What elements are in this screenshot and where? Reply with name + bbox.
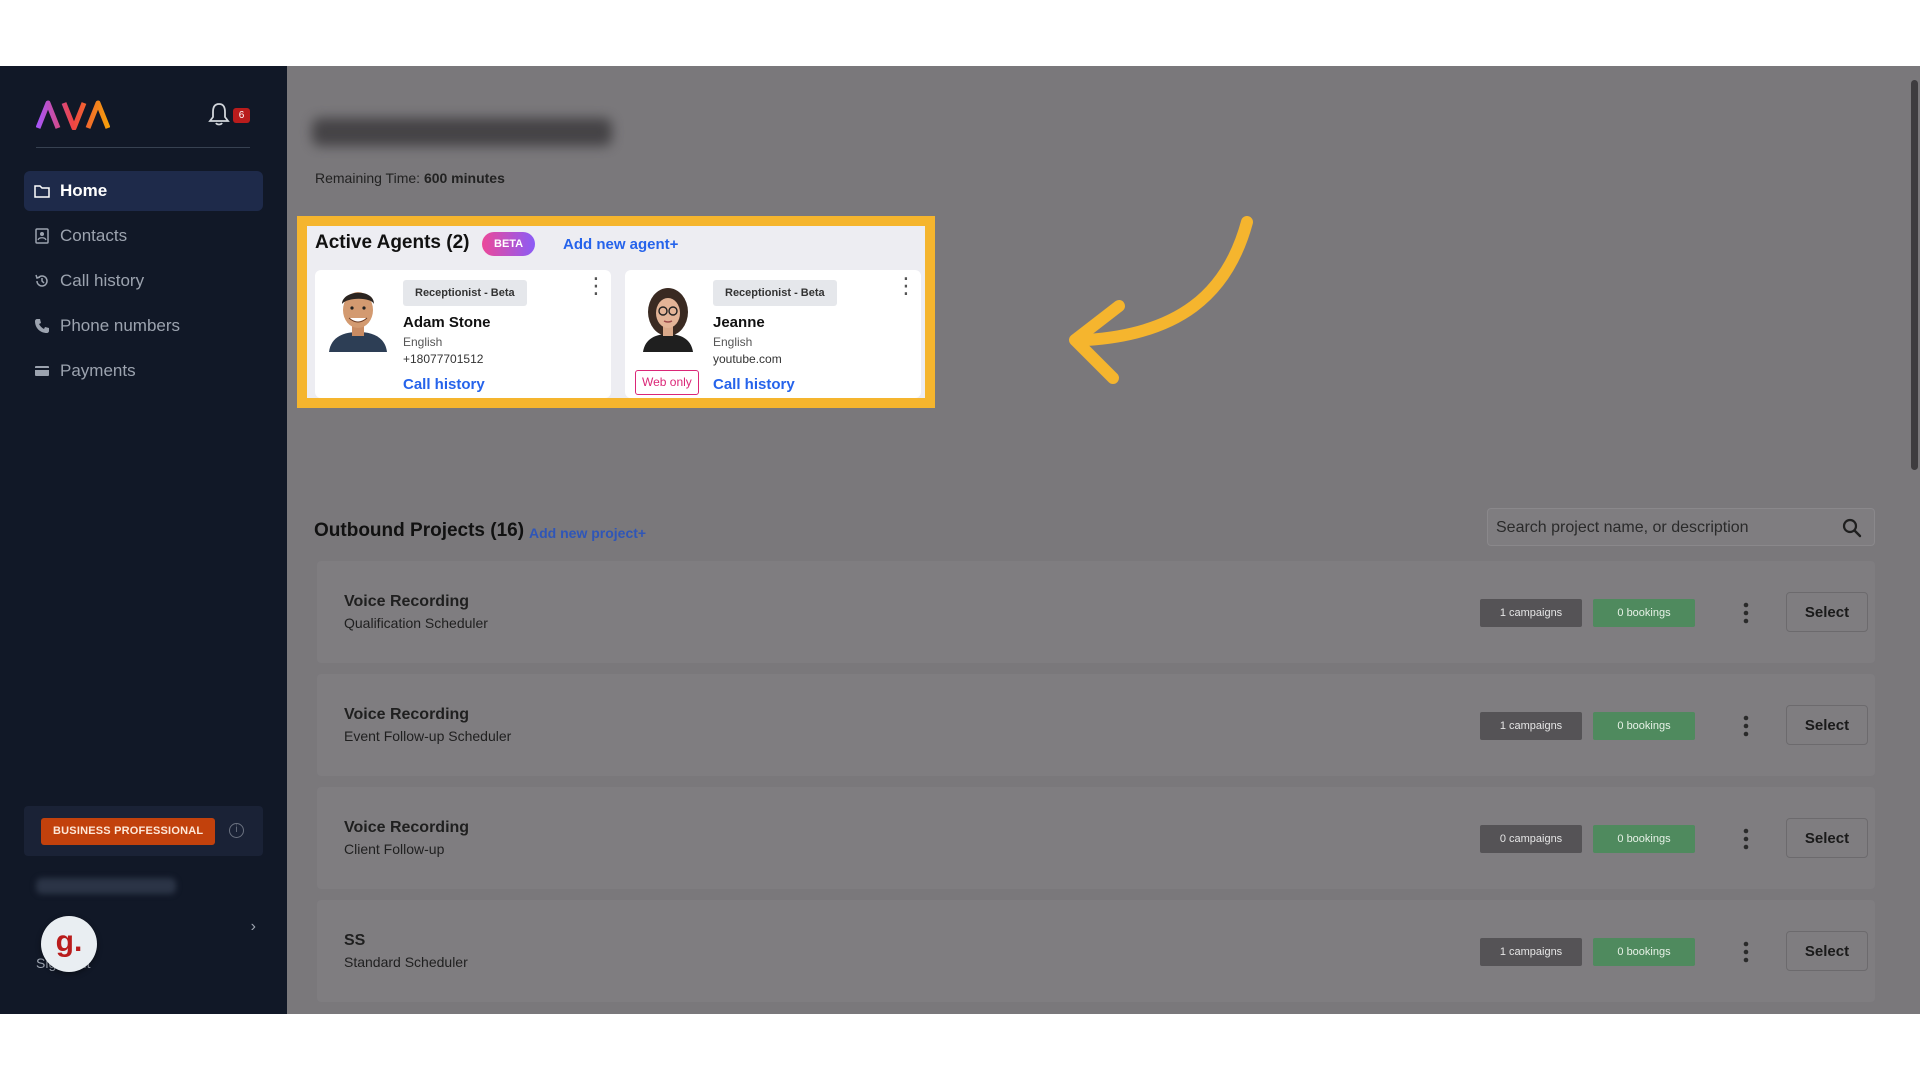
sidebar-item-contacts[interactable]: Contacts bbox=[24, 216, 263, 256]
scrollbar-thumb[interactable] bbox=[1911, 80, 1918, 470]
plan-box: BUSINESS PROFESSIONAL i bbox=[24, 806, 263, 856]
agent-call-history-link[interactable]: Call history bbox=[403, 376, 485, 393]
agent-language: English bbox=[713, 335, 753, 349]
sidebar-item-payments[interactable]: Payments bbox=[24, 351, 263, 391]
agent-card[interactable]: Receptionist - Beta ⋮ Adam Stone English… bbox=[315, 270, 611, 398]
select-button[interactable]: Select bbox=[1786, 592, 1868, 632]
welcome-heading-blurred bbox=[312, 118, 612, 146]
contacts-icon bbox=[35, 228, 49, 244]
sidebar-item-phone-numbers[interactable]: Phone numbers bbox=[24, 306, 263, 346]
kebab-menu-icon[interactable]: ⋮ bbox=[895, 275, 917, 297]
active-agents-panel: Active Agents (2) BETA Add new agent+ Re… bbox=[297, 216, 935, 408]
history-icon bbox=[35, 274, 48, 287]
select-button[interactable]: Select bbox=[1786, 818, 1868, 858]
select-button[interactable]: Select bbox=[1786, 705, 1868, 745]
project-name: Voice Recording bbox=[344, 593, 470, 610]
agent-role-badge: Receptionist - Beta bbox=[713, 280, 837, 306]
sidebar-item-label: Payments bbox=[60, 361, 136, 380]
campaigns-badge: 0 campaigns bbox=[1480, 825, 1582, 853]
agent-phone: +18077701512 bbox=[403, 352, 484, 366]
kebab-menu-icon[interactable] bbox=[1742, 827, 1750, 851]
sidebar: 6 Home Contacts Call history Phone numbe… bbox=[0, 66, 287, 1014]
sidebar-item-label: Home bbox=[60, 181, 108, 200]
blurred-user-name bbox=[36, 878, 176, 894]
project-row[interactable]: SS Standard Scheduler 1 campaigns 0 book… bbox=[317, 900, 1875, 1002]
select-button[interactable]: Select bbox=[1786, 931, 1868, 971]
agent-role-badge: Receptionist - Beta bbox=[403, 280, 527, 306]
folder-icon bbox=[34, 185, 50, 198]
outbound-projects-title: Outbound Projects (16) bbox=[314, 520, 525, 541]
app-frame: 6 Home Contacts Call history Phone numbe… bbox=[0, 66, 1920, 1014]
sidebar-item-home[interactable]: Home bbox=[24, 171, 263, 211]
active-agents-title: Active Agents (2) bbox=[315, 232, 470, 253]
sidebar-item-label: Phone numbers bbox=[60, 316, 181, 335]
sidebar-divider bbox=[36, 147, 250, 148]
sidebar-item-label: Contacts bbox=[60, 226, 128, 245]
project-name: Voice Recording bbox=[344, 819, 470, 836]
project-description: Standard Scheduler bbox=[344, 954, 468, 970]
agent-card[interactable]: Receptionist - Beta ⋮ Jeanne English you… bbox=[625, 270, 921, 398]
project-row[interactable]: Voice Recording Client Follow-up 0 campa… bbox=[317, 787, 1875, 889]
kebab-menu-icon[interactable] bbox=[1742, 601, 1750, 625]
sidebar-nav: Home Contacts Call history Phone numbers… bbox=[24, 171, 263, 396]
kebab-menu-icon[interactable] bbox=[1742, 714, 1750, 738]
search-icon[interactable] bbox=[1842, 518, 1862, 538]
agent-avatar bbox=[635, 282, 701, 352]
agent-name: Adam Stone bbox=[403, 314, 491, 331]
bookings-badge: 0 bookings bbox=[1593, 712, 1695, 740]
bookings-badge: 0 bookings bbox=[1593, 599, 1695, 627]
project-description: Event Follow-up Scheduler bbox=[344, 728, 512, 744]
bell-icon[interactable] bbox=[208, 102, 230, 126]
project-description: Client Follow-up bbox=[344, 841, 445, 857]
scrollbar[interactable] bbox=[1908, 66, 1920, 1014]
card-icon bbox=[35, 366, 49, 376]
project-name: Voice Recording bbox=[344, 706, 470, 723]
main-content: Remaining Time: 600 minutes Active Agent… bbox=[287, 66, 1920, 1014]
search-input[interactable] bbox=[1496, 515, 1836, 541]
remaining-time-value: 600 minutes bbox=[423, 170, 505, 186]
info-icon[interactable]: i bbox=[229, 823, 244, 838]
agent-language: English bbox=[403, 335, 443, 349]
campaigns-badge: 1 campaigns bbox=[1480, 712, 1582, 740]
project-row[interactable]: Voice Recording Event Follow-up Schedule… bbox=[317, 674, 1875, 776]
avatar[interactable]: g. bbox=[41, 916, 97, 972]
agent-website: youtube.com bbox=[713, 352, 782, 366]
notification-badge: 6 bbox=[233, 108, 250, 123]
agent-call-history-link[interactable]: Call history bbox=[713, 376, 795, 393]
project-name: SS bbox=[344, 932, 366, 949]
project-search bbox=[1487, 508, 1875, 546]
plan-badge[interactable]: BUSINESS PROFESSIONAL bbox=[41, 818, 216, 845]
phone-icon bbox=[35, 319, 49, 333]
campaigns-badge: 1 campaigns bbox=[1480, 938, 1582, 966]
agent-name: Jeanne bbox=[713, 314, 765, 331]
beta-badge: BETA bbox=[482, 232, 536, 256]
bookings-badge: 0 bookings bbox=[1593, 938, 1695, 966]
kebab-menu-icon[interactable] bbox=[1742, 940, 1750, 964]
annotation-arrow-icon bbox=[1069, 216, 1253, 384]
remaining-time: Remaining Time: 600 minutes bbox=[315, 170, 505, 186]
add-agent-link[interactable]: Add new agent+ bbox=[563, 236, 678, 253]
chevron-right-icon[interactable]: › bbox=[251, 918, 256, 936]
sidebar-item-call-history[interactable]: Call history bbox=[24, 261, 263, 301]
add-project-link[interactable]: Add new project+ bbox=[529, 525, 646, 541]
bookings-badge: 0 bookings bbox=[1593, 825, 1695, 853]
remaining-time-label: Remaining Time: bbox=[315, 170, 421, 186]
web-only-badge: Web only bbox=[635, 370, 699, 395]
agent-avatar bbox=[325, 282, 391, 352]
ava-logo[interactable] bbox=[36, 100, 110, 130]
project-row[interactable]: Voice Recording Qualification Scheduler … bbox=[317, 561, 1875, 663]
campaigns-badge: 1 campaigns bbox=[1480, 599, 1582, 627]
sidebar-item-label: Call history bbox=[60, 271, 145, 290]
project-description: Qualification Scheduler bbox=[344, 615, 488, 631]
kebab-menu-icon[interactable]: ⋮ bbox=[585, 275, 607, 297]
